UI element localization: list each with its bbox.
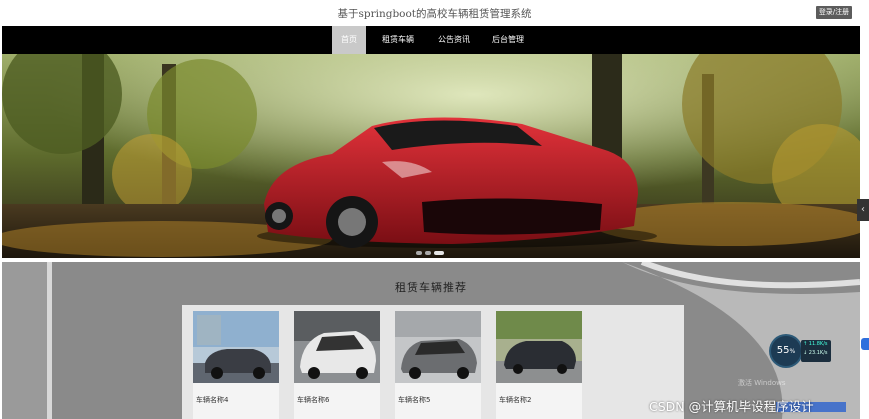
download-rate: ↓ 23.1K/s xyxy=(803,350,828,356)
nav-item-home[interactable]: 首页 xyxy=(332,26,366,54)
car-thumb-4 xyxy=(496,311,582,383)
car-card-2[interactable]: 车辆名称6 xyxy=(294,311,380,419)
speed-widget-value: 55 xyxy=(776,345,790,356)
car-thumb-2 xyxy=(294,311,380,383)
speed-widget-percent[interactable]: 55% xyxy=(771,336,801,366)
nav-item-rental-cars[interactable]: 租赁车辆 xyxy=(374,26,422,54)
car-card-3[interactable]: 车辆名称5 xyxy=(395,311,481,419)
carousel-dot-2[interactable] xyxy=(425,251,431,255)
nav-item-admin[interactable]: 后台管理 xyxy=(484,26,532,54)
csdn-watermark: CSDN @计算机毕设程序设计 xyxy=(649,399,814,414)
carousel-dot-1[interactable] xyxy=(416,251,422,255)
car-name-2: 车辆名称6 xyxy=(297,396,330,404)
upload-rate: ↑ 11.8K/s xyxy=(803,341,828,347)
carousel-next-arrow-icon[interactable]: ‹ xyxy=(857,199,869,221)
car-name-4: 车辆名称2 xyxy=(499,396,532,404)
main-nav: 首页 租赁车辆 公告资讯 后台管理 xyxy=(2,26,860,54)
side-toggle-button[interactable] xyxy=(861,338,869,350)
recommend-title: 租赁车辆推荐 xyxy=(395,281,467,294)
hero-carousel[interactable] xyxy=(2,54,860,258)
hero-image xyxy=(2,54,860,258)
car-list-panel: 车辆名称4 车辆名称6 车辆名称5 车辆名称2 xyxy=(182,305,684,419)
top-header: 基于springboot的高校车辆租赁管理系统 登录/注册 xyxy=(0,0,869,26)
login-button[interactable]: 登录/注册 xyxy=(816,6,852,19)
windows-activation-text: 激活 Windows xyxy=(738,379,786,387)
car-thumb-1 xyxy=(193,311,279,383)
car-card-1[interactable]: 车辆名称4 xyxy=(193,311,279,419)
car-card-4[interactable]: 车辆名称2 xyxy=(496,311,582,419)
car-thumb-3 xyxy=(395,311,481,383)
car-name-3: 车辆名称5 xyxy=(398,396,431,404)
speed-widget-stats: ↑ 11.8K/s ↓ 23.1K/s xyxy=(801,340,831,362)
speed-widget-unit: % xyxy=(789,348,796,355)
car-name-1: 车辆名称4 xyxy=(196,396,229,404)
carousel-dot-3[interactable] xyxy=(434,251,444,255)
nav-item-news[interactable]: 公告资讯 xyxy=(430,26,478,54)
site-title: 基于springboot的高校车辆租赁管理系统 xyxy=(337,8,532,20)
